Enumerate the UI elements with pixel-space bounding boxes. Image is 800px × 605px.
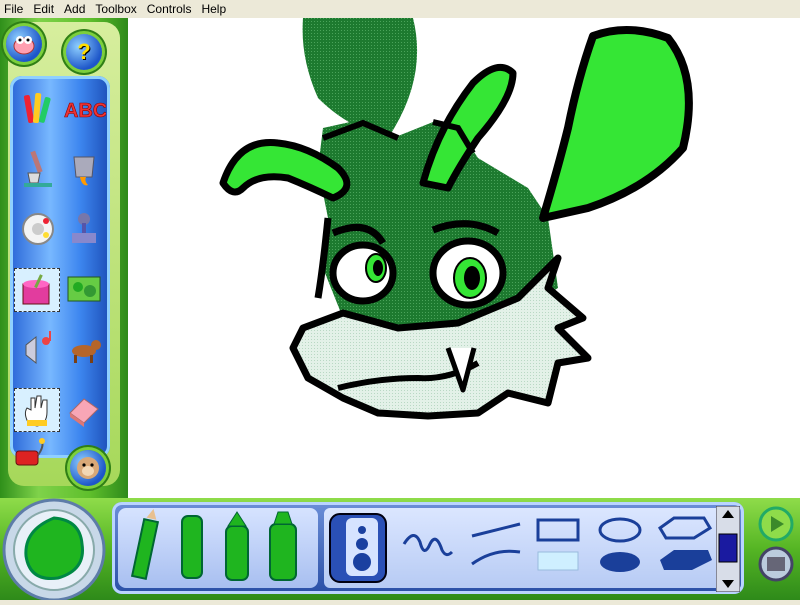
help-button[interactable]: ?	[66, 34, 102, 70]
stickers-tool-button[interactable]	[16, 208, 60, 250]
pencil-icon[interactable]	[130, 508, 160, 581]
menu-controls[interactable]: Controls	[142, 0, 197, 18]
color-indicator	[718, 533, 738, 563]
monkey-helper-icon	[77, 457, 99, 479]
curved-line-icon[interactable]	[471, 549, 521, 566]
freehand-line-icon[interactable]	[402, 534, 454, 557]
drawing-canvas[interactable]	[128, 18, 800, 498]
home-button[interactable]	[6, 26, 42, 62]
sound-tool-icon	[25, 331, 51, 365]
text-tool-icon: ABC	[64, 100, 106, 123]
dynamite-eraser-icon	[15, 438, 45, 466]
marker-size-tray	[118, 508, 318, 588]
menu-help[interactable]: Help	[196, 0, 231, 18]
rectangle-outline-icon[interactable]	[536, 518, 580, 542]
menu-toolbox[interactable]: Toolbox	[90, 0, 141, 18]
paint-bucket-tool-icon	[73, 156, 95, 186]
ellipse-filled-icon[interactable]	[600, 552, 640, 572]
helper-button[interactable]	[70, 450, 106, 486]
highlighter-marker-icon[interactable]	[269, 511, 297, 581]
hand-tool-button[interactable]	[14, 388, 60, 432]
paint-can-tool-icon	[22, 274, 50, 305]
color-wheel-icon	[2, 498, 106, 602]
brush-tool-icon	[24, 150, 52, 187]
eraser-tool-button[interactable]	[62, 388, 106, 430]
eraser-tool-icon	[69, 398, 99, 427]
dynamite-eraser-button[interactable]	[6, 432, 50, 474]
stamper-tool-button[interactable]	[62, 208, 106, 250]
text-tool-label: ABC	[64, 100, 106, 122]
crayon-marker-icon[interactable]	[181, 515, 203, 579]
rectangle-filled-icon[interactable]	[537, 551, 579, 571]
paint-bucket-tool-button[interactable]	[62, 148, 106, 190]
background-image-tool-icon	[67, 276, 101, 302]
crayon-tool-button[interactable]	[16, 88, 60, 130]
menu-add[interactable]: Add	[59, 0, 90, 18]
markers-svg	[130, 508, 297, 581]
right-controls	[715, 498, 800, 600]
menu-file[interactable]: File	[0, 0, 28, 18]
text-tool-button[interactable]: ABC	[62, 88, 106, 130]
shape-scroller-svg	[715, 505, 741, 593]
tool-column: ABC	[10, 76, 110, 458]
shape-scroller	[715, 505, 741, 593]
drawing-artwork	[219, 18, 693, 420]
brush-tool-button[interactable]	[16, 148, 60, 190]
brush-size-selector[interactable]	[329, 513, 387, 583]
stamper-tool-icon	[72, 213, 96, 243]
background-image-tool-button[interactable]	[62, 268, 106, 310]
sound-tool-button[interactable]	[16, 328, 60, 370]
right-controls-svg	[715, 503, 794, 591]
shapes-svg	[329, 513, 713, 583]
hand-tool-icon	[24, 395, 48, 427]
menu-bar: File Edit Add Toolbox Controls Help	[0, 0, 800, 18]
crayon-tool-icon	[23, 92, 51, 124]
polygon-outline-icon[interactable]	[658, 516, 713, 540]
thick-crayon-icon[interactable]	[225, 511, 249, 581]
stickers-tool-icon	[22, 213, 54, 245]
animation-button[interactable]	[62, 328, 106, 370]
brain-icon	[13, 36, 35, 55]
straight-line-icon[interactable]	[471, 522, 521, 538]
help-label: ?	[77, 39, 91, 64]
ellipse-outline-icon[interactable]	[598, 517, 642, 543]
filmstrip-icon	[767, 557, 785, 571]
color-picker[interactable]	[0, 498, 112, 602]
polygon-filled-icon[interactable]	[660, 550, 712, 570]
tool-options-tray	[112, 502, 744, 594]
shape-tools-tray	[324, 508, 732, 588]
animation-dog-icon	[72, 340, 101, 363]
menu-edit[interactable]: Edit	[28, 0, 59, 18]
paint-can-tool-button[interactable]	[14, 268, 60, 312]
